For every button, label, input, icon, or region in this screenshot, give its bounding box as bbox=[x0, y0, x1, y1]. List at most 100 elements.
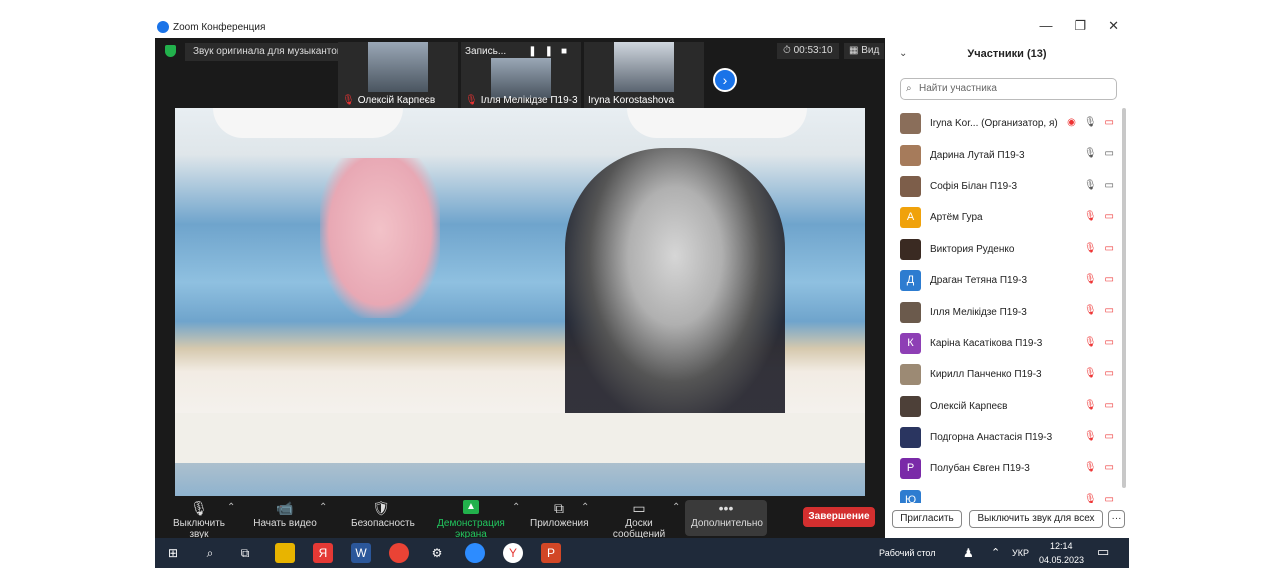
whiteboard-options-chevron-icon[interactable]: ⌃ bbox=[672, 502, 680, 513]
participant-row[interactable]: Дарина Лутай П19-3 🎙 ▭ bbox=[900, 139, 1120, 170]
video-thumbnails: 🎙 Олексій Карпеєв Запись... ❚❚■ 🎙 Ілля Мел… bbox=[338, 42, 704, 108]
camera-off-icon[interactable]: ▭ bbox=[1105, 494, 1114, 503]
thumbnail-tile[interactable]: Iryna Korostashova bbox=[584, 42, 704, 108]
file-explorer-icon[interactable] bbox=[275, 543, 295, 563]
camera-off-icon[interactable]: ▭ bbox=[1105, 337, 1114, 348]
view-button[interactable]: ▦ Вид bbox=[844, 43, 885, 59]
apps-options-chevron-icon[interactable]: ⌃ bbox=[581, 502, 589, 513]
mic-muted-icon[interactable]: 🎙 bbox=[1084, 431, 1097, 442]
participant-row[interactable]: Олексій Карпеєв 🎙 ▭ bbox=[900, 391, 1120, 422]
thumbnail-tile[interactable]: Запись... ❚❚■ 🎙 Ілля Мелікідзе П19-3 bbox=[461, 42, 581, 108]
yandex-icon[interactable]: Y bbox=[503, 543, 523, 563]
participant-row[interactable]: Р Полубан Євген П19-3 🎙 ▭ bbox=[900, 453, 1120, 484]
settings-gear-icon[interactable]: ⚙ bbox=[427, 543, 447, 563]
whiteboards-button[interactable]: ▭ Доски сообщений bbox=[599, 500, 679, 540]
mic-muted-icon[interactable]: 🎙 bbox=[1084, 494, 1097, 503]
participant-row[interactable]: Подгорна Анастасія П19-3 🎙 ▭ bbox=[900, 422, 1120, 453]
mute-all-button[interactable]: Выключить звук для всех bbox=[969, 510, 1103, 528]
camera-off-icon[interactable]: ▭ bbox=[1105, 117, 1114, 128]
avatar bbox=[900, 238, 921, 260]
clock-time: 12:14 bbox=[1050, 541, 1073, 551]
camera-off-icon[interactable]: ▭ bbox=[1105, 305, 1114, 316]
encryption-shield-icon[interactable] bbox=[165, 45, 176, 57]
minimize-button[interactable]: — bbox=[1039, 18, 1052, 34]
avatar bbox=[900, 175, 921, 197]
camera-off-icon[interactable]: ▭ bbox=[1105, 368, 1114, 379]
participant-row[interactable]: А Артём Гура 🎙 ▭ bbox=[900, 202, 1120, 233]
avatar: К bbox=[900, 332, 921, 354]
security-button[interactable]: 🛡 Безопасность bbox=[351, 500, 415, 529]
mic-muted-icon[interactable]: 🎙 bbox=[1084, 305, 1097, 316]
video-options-chevron-icon[interactable]: ⌃ bbox=[319, 502, 327, 513]
thumbnail-name: Ілля Мелікідзе П19-3 bbox=[480, 95, 578, 106]
camera-off-icon[interactable]: ▭ bbox=[1105, 400, 1114, 411]
title-bar: Zoom Конференция — ❐ ✕ bbox=[155, 16, 1129, 38]
camera-icon[interactable]: ▭ bbox=[1105, 180, 1114, 191]
mute-options-chevron-icon[interactable]: ⌃ bbox=[227, 502, 235, 513]
mic-muted-icon[interactable]: 🎙 bbox=[1084, 368, 1097, 379]
share-options-chevron-icon[interactable]: ⌃ bbox=[512, 502, 520, 513]
people-icon[interactable]: ♟ bbox=[963, 546, 974, 560]
apps-button[interactable]: ⧉ Приложения bbox=[530, 500, 589, 529]
mic-muted-icon[interactable]: 🎙 bbox=[1084, 274, 1097, 285]
participant-row[interactable]: Кирилл Панченко П19-3 🎙 ▭ bbox=[900, 359, 1120, 390]
recording-controls[interactable]: ❚❚■ bbox=[528, 46, 575, 57]
search-icon[interactable]: ⌕ bbox=[200, 543, 220, 563]
powerpoint-icon[interactable]: P bbox=[541, 543, 561, 563]
word-icon[interactable]: W bbox=[351, 543, 371, 563]
camera-off-icon[interactable]: ▭ bbox=[1105, 211, 1114, 222]
avatar: Ю bbox=[900, 489, 921, 503]
participant-figure bbox=[320, 158, 440, 318]
camera-off-icon[interactable]: ▭ bbox=[1105, 243, 1114, 254]
mic-muted-icon[interactable]: 🎙 bbox=[1084, 211, 1097, 222]
thumbnail-tile[interactable]: 🎙 Олексій Карпеєв bbox=[338, 42, 458, 108]
tray-expand-chevron-icon[interactable]: ⌃ bbox=[991, 546, 1000, 559]
zoom-app-icon[interactable] bbox=[465, 543, 485, 563]
mute-button[interactable]: 🎙 Выключить звук bbox=[163, 500, 235, 540]
participant-video bbox=[368, 42, 428, 92]
participant-row[interactable]: Ілля Мелікідзе П19-3 🎙 ▭ bbox=[900, 296, 1120, 327]
close-button[interactable]: ✕ bbox=[1108, 18, 1119, 34]
zoom-window: Zoom Конференция — ❐ ✕ Звук оригинала дл… bbox=[155, 16, 1129, 540]
avatar: Р bbox=[900, 458, 921, 480]
panel-more-button[interactable]: ··· bbox=[1108, 510, 1125, 528]
desktop-toolbar-label[interactable]: Рабочий стол bbox=[879, 548, 936, 558]
participant-row[interactable]: Д Драган Тетяна П19-3 🎙 ▭ bbox=[900, 265, 1120, 296]
camera-icon[interactable]: ▭ bbox=[1105, 148, 1114, 159]
language-indicator[interactable]: УКР bbox=[1012, 548, 1029, 558]
maximize-button[interactable]: ❐ bbox=[1074, 18, 1086, 34]
camera-off-icon[interactable]: ▭ bbox=[1105, 274, 1114, 285]
participant-row[interactable]: Виктория Руденко 🎙 ▭ bbox=[900, 234, 1120, 265]
microphone-icon[interactable]: 🎙 bbox=[1084, 117, 1097, 128]
participant-row[interactable]: Ю 🎙 ▭ bbox=[900, 485, 1120, 503]
start-video-button[interactable]: 📹 Начать видео bbox=[253, 500, 317, 529]
participant-row[interactable]: Софія Білан П19-3 🎙 ▭ bbox=[900, 171, 1120, 202]
pause-recording-button[interactable]: ❚❚ bbox=[528, 46, 561, 57]
participant-row[interactable]: К Каріна Касатікова П19-3 🎙 ▭ bbox=[900, 328, 1120, 359]
mic-muted-icon[interactable]: 🎙 bbox=[1084, 462, 1097, 473]
stop-recording-button[interactable]: ■ bbox=[561, 46, 575, 57]
thumbnail-name: Iryna Korostashova bbox=[588, 95, 675, 106]
more-button[interactable]: ••• Дополнительно bbox=[685, 500, 767, 536]
avatar bbox=[900, 144, 921, 166]
mic-muted-icon[interactable]: 🎙 bbox=[1084, 337, 1097, 348]
participant-list-scrollbar[interactable] bbox=[1122, 108, 1126, 488]
participant-row[interactable]: Iryna Kor... (Организатор, я) ◉ 🎙 ▭ bbox=[900, 108, 1120, 139]
yandex-browser-icon[interactable]: Я bbox=[313, 543, 333, 563]
microphone-icon[interactable]: 🎙 bbox=[1084, 180, 1097, 191]
share-screen-button[interactable]: ▲ Демонстрация экрана bbox=[423, 500, 519, 540]
camera-off-icon[interactable]: ▭ bbox=[1105, 462, 1114, 473]
notifications-icon[interactable]: ▭ bbox=[1097, 544, 1109, 560]
windows-start-icon[interactable]: ⊞ bbox=[163, 543, 183, 563]
participant-search-input[interactable]: ⌕ Найти участника bbox=[900, 78, 1117, 100]
mic-muted-icon[interactable]: 🎙 bbox=[1084, 243, 1097, 254]
mic-muted-icon[interactable]: 🎙 bbox=[1084, 400, 1097, 411]
microphone-icon[interactable]: 🎙 bbox=[1084, 148, 1097, 159]
muted-mic-icon: 🎙 bbox=[465, 95, 478, 106]
invite-button[interactable]: Пригласить bbox=[892, 510, 962, 528]
end-meeting-button[interactable]: Завершение bbox=[803, 507, 875, 527]
camera-off-icon[interactable]: ▭ bbox=[1105, 431, 1114, 442]
next-page-icon[interactable]: › bbox=[713, 68, 737, 92]
chrome-icon[interactable] bbox=[389, 543, 409, 563]
task-view-icon[interactable]: ⧉ bbox=[235, 543, 255, 563]
